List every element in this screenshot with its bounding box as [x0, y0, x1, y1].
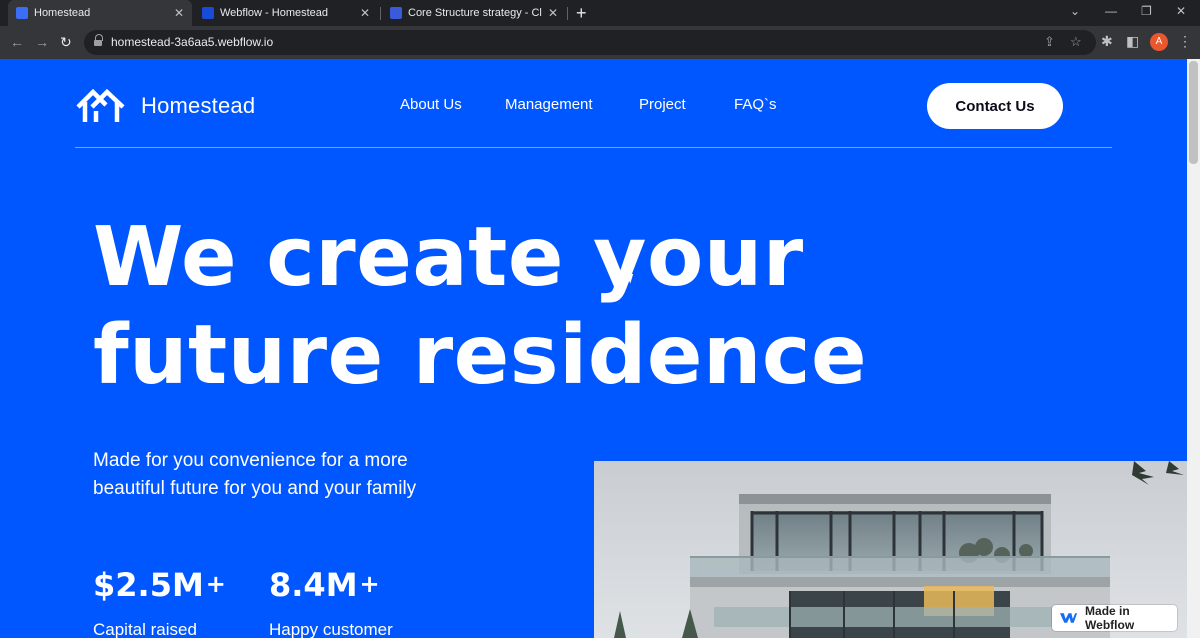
- stat-suffix: +: [359, 570, 380, 598]
- browser-tab-strip: Homestead ✕ Webflow - Homestead ✕ Core S…: [0, 0, 1200, 26]
- tab-search-icon[interactable]: ⌄: [1070, 4, 1080, 18]
- stat-customers: 8.4M+ Happy customer: [269, 564, 393, 638]
- nav-project[interactable]: Project: [639, 96, 686, 113]
- scrollbar-thumb[interactable]: [1189, 61, 1198, 164]
- brand-name: Homestead: [141, 93, 256, 118]
- stat-capital: $2.5M+ Capital raised: [93, 564, 226, 638]
- extensions-icon[interactable]: ✱: [1101, 33, 1113, 49]
- stat-label: Capital raised: [93, 620, 197, 638]
- page-scrollbar[interactable]: [1187, 59, 1200, 638]
- webflow-logo-icon: [1060, 613, 1078, 623]
- lock-icon: [94, 34, 103, 47]
- doc-favicon-icon: [390, 7, 402, 19]
- tab-label: Homestead: [34, 7, 91, 19]
- stat-label: Happy customer: [269, 620, 393, 638]
- bookmark-star-icon[interactable]: ☆: [1070, 34, 1082, 50]
- homestead-page: Homestead About Us Management Project FA…: [0, 59, 1187, 638]
- made-in-webflow-badge[interactable]: Made in Webflow: [1052, 604, 1177, 632]
- close-icon[interactable]: ✕: [548, 6, 558, 20]
- stat-value: $2.5M+: [93, 564, 226, 605]
- stat-number: $2.5M: [93, 566, 204, 604]
- badge-text: Made in Webflow: [1085, 604, 1135, 632]
- close-icon[interactable]: ✕: [174, 6, 184, 20]
- contact-us-button[interactable]: Contact Us: [927, 83, 1063, 129]
- side-panel-icon[interactable]: ◧: [1126, 33, 1139, 49]
- address-bar[interactable]: homestead-3a6aa5.webflow.io ⇪ ☆: [84, 30, 1096, 55]
- nav-management[interactable]: Management: [505, 96, 593, 113]
- back-icon[interactable]: ←: [10, 34, 24, 50]
- restore-icon[interactable]: ❐: [1141, 4, 1152, 18]
- menu-icon[interactable]: ⋮: [1178, 33, 1192, 49]
- house-logo-icon: [76, 89, 125, 122]
- tab-label: Webflow - Homestead: [220, 7, 329, 19]
- headline-line-2: future residence: [93, 308, 868, 403]
- minimize-icon[interactable]: —: [1105, 4, 1117, 18]
- close-window-icon[interactable]: ✕: [1176, 4, 1186, 18]
- nav-faqs[interactable]: FAQ`s: [734, 96, 777, 113]
- header-divider: [75, 147, 1112, 148]
- hero-headline: We create your future residence: [93, 209, 867, 405]
- reload-icon[interactable]: ↻: [60, 34, 72, 50]
- tab-homestead[interactable]: Homestead ✕: [8, 0, 192, 26]
- nav-about-us[interactable]: About Us: [400, 96, 462, 113]
- browser-toolbar: ← → ↻ homestead-3a6aa5.webflow.io ⇪ ☆ ✱ …: [0, 26, 1200, 59]
- share-icon[interactable]: ⇪: [1044, 34, 1055, 50]
- tab-separator: [567, 7, 568, 20]
- headline-line-1: We create your: [93, 210, 804, 305]
- tab-core-structure[interactable]: Core Structure strategy - Client- ✕: [382, 0, 566, 26]
- new-tab-icon[interactable]: +: [576, 2, 587, 24]
- close-icon[interactable]: ✕: [360, 6, 370, 20]
- stat-value: 8.4M+: [269, 564, 393, 605]
- tab-label: Core Structure strategy - Client-: [408, 7, 542, 19]
- homestead-favicon-icon: [16, 7, 28, 19]
- stat-suffix: +: [205, 570, 226, 598]
- profile-avatar[interactable]: A: [1150, 33, 1168, 51]
- webflow-favicon-icon: [202, 7, 214, 19]
- forward-icon[interactable]: →: [35, 34, 49, 50]
- stat-number: 8.4M: [269, 566, 358, 604]
- tab-separator: [380, 7, 381, 20]
- url-text: homestead-3a6aa5.webflow.io: [111, 35, 274, 49]
- hero-subtext: Made for you convenience for a more beau…: [93, 450, 417, 499]
- tab-webflow[interactable]: Webflow - Homestead ✕: [194, 0, 378, 26]
- brand-logo[interactable]: Homestead: [76, 89, 255, 123]
